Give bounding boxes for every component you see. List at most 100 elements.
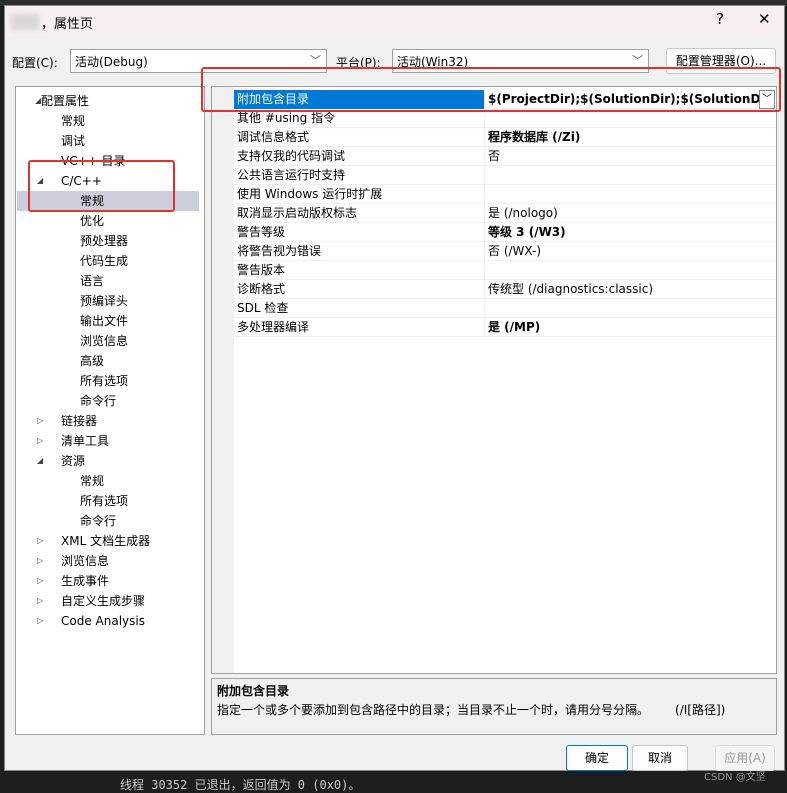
collapsed-arrow-icon[interactable]: ▷ xyxy=(37,551,43,571)
tree-item[interactable]: 所有选项 xyxy=(17,491,199,511)
collapsed-arrow-icon[interactable]: ▷ xyxy=(37,431,43,451)
tree-item-label: 自定义生成步骤 xyxy=(61,594,146,608)
tree-item[interactable]: 常规 xyxy=(17,111,199,131)
property-row[interactable]: 警告版本 xyxy=(234,261,776,280)
property-row[interactable]: SDL 检查 xyxy=(234,299,776,318)
tree-item[interactable]: ◢ 资源 xyxy=(17,451,199,471)
property-value[interactable] xyxy=(485,109,776,128)
property-row[interactable]: 公共语言运行时支持 xyxy=(234,166,776,185)
property-row[interactable]: 使用 Windows 运行时扩展 xyxy=(234,185,776,204)
expanded-arrow-icon[interactable]: ◢ xyxy=(37,171,43,191)
tree-item[interactable]: 预编译头 xyxy=(17,291,199,311)
property-name: 取消显示启动版权标志 xyxy=(234,204,485,223)
tree-item-label: 浏览信息 xyxy=(80,334,129,348)
cancel-button[interactable]: 取消 xyxy=(632,745,688,771)
close-button[interactable]: ✕ xyxy=(758,10,771,28)
tree-item-label: 语言 xyxy=(80,274,105,288)
tree-item[interactable]: ▷ XML 文档生成器 xyxy=(17,531,199,551)
property-row[interactable]: 多处理器编译是 (/MP) xyxy=(234,318,776,337)
property-pages-dialog: ，属性页 ? ✕ 配置(C): 活动(Debug) ﹀ 平台(P): 活动(Win… xyxy=(4,5,785,771)
tree-item-label: 常规 xyxy=(80,194,105,208)
property-row[interactable]: 取消显示启动版权标志是 (/nologo) xyxy=(234,204,776,223)
collapsed-arrow-icon[interactable]: ▷ xyxy=(37,531,43,551)
property-value[interactable]: 等级 3 (/W3) xyxy=(485,223,776,242)
tree-item[interactable]: ▷ 生成事件 xyxy=(17,571,199,591)
tree-item-label: 常规 xyxy=(61,114,86,128)
property-value[interactable] xyxy=(485,185,776,204)
tree-item[interactable]: ▷ 清单工具 xyxy=(17,431,199,451)
property-name: 多处理器编译 xyxy=(234,318,485,337)
property-name: 警告版本 xyxy=(234,261,485,280)
tree-item[interactable]: 优化 xyxy=(17,211,199,231)
property-value[interactable]: 传统型 (/diagnostics:classic) xyxy=(485,280,776,299)
property-row[interactable]: 诊断格式 传统型 (/diagnostics:classic) xyxy=(234,280,776,299)
tree-item[interactable]: ▷ 浏览信息 xyxy=(17,551,199,571)
property-value[interactable]: 程序数据库 (/Zi) xyxy=(485,128,776,147)
property-value[interactable]: 是 (/nologo) xyxy=(485,204,776,223)
property-row[interactable]: 将警告视为错误否 (/WX-) xyxy=(234,242,776,261)
ok-button[interactable]: 确定 xyxy=(566,745,628,771)
tree-item[interactable]: 代码生成 xyxy=(17,251,199,271)
tree-item[interactable]: 命令行 xyxy=(17,511,199,531)
property-name: 将警告视为错误 xyxy=(234,242,485,261)
tree-item[interactable]: 常规 xyxy=(17,471,199,491)
tree-item[interactable]: 调试 xyxy=(17,131,199,151)
platform-value: 活动(Win32) xyxy=(397,55,469,69)
property-value[interactable]: $(ProjectDir);$(SolutionDir);$(SolutionD… xyxy=(485,90,776,109)
collapsed-arrow-icon[interactable]: ▷ xyxy=(37,411,43,431)
tree-item[interactable]: ◢ C/C++ xyxy=(17,171,199,191)
tree-item-label: VC++ 目录 xyxy=(61,154,126,168)
tree-item[interactable]: 浏览信息 xyxy=(17,331,199,351)
output-console-line: 线程 30352 已退出，返回值为 0 (0x0)。 xyxy=(120,778,361,792)
tree-item-label: 高级 xyxy=(80,354,105,368)
watermark: CSDN @文坚 xyxy=(704,772,766,783)
dropdown-chevron-icon[interactable]: ﹀ xyxy=(759,90,775,109)
property-row[interactable]: 附加包含目录 $(ProjectDir);$(SolutionDir);$(Sol… xyxy=(234,90,776,109)
property-value[interactable] xyxy=(485,166,776,185)
property-value[interactable]: 否 xyxy=(485,147,776,166)
tree-item[interactable]: ▷ 链接器 xyxy=(17,411,199,431)
collapsed-arrow-icon[interactable]: ▷ xyxy=(37,571,43,591)
tree-item-label: 优化 xyxy=(80,214,105,228)
platform-label: 平台(P): xyxy=(336,56,381,70)
tree-item[interactable]: VC++ 目录 xyxy=(17,151,199,171)
tree-item[interactable]: 高级 xyxy=(17,351,199,371)
property-value[interactable]: 否 (/WX-) xyxy=(485,242,776,261)
property-row[interactable]: 支持仅我的代码调试否 xyxy=(234,147,776,166)
chevron-down-icon: ﹀ xyxy=(310,54,321,67)
tree-item[interactable]: ▷ Code Analysis xyxy=(17,611,199,631)
property-grid[interactable]: 附加包含目录 $(ProjectDir);$(SolutionDir);$(Sol… xyxy=(211,86,777,674)
tree-item-label: 命令行 xyxy=(80,394,117,408)
property-value[interactable] xyxy=(485,299,776,318)
tree-item[interactable]: 语言 xyxy=(17,271,199,291)
tree-item[interactable]: 命令行 xyxy=(17,391,199,411)
tree-item-label: 输出文件 xyxy=(80,314,129,328)
expanded-arrow-icon[interactable]: ◢ xyxy=(37,451,43,471)
property-row[interactable]: 其他 #using 指令 xyxy=(234,109,776,128)
tree-item-label: 预处理器 xyxy=(80,234,129,248)
config-select[interactable]: 活动(Debug) ﹀ xyxy=(70,49,327,73)
tree-item[interactable]: 预处理器 xyxy=(17,231,199,251)
tree-item[interactable]: 常规 xyxy=(17,191,199,211)
property-value[interactable] xyxy=(485,261,776,280)
collapsed-arrow-icon[interactable]: ▷ xyxy=(37,591,43,611)
tree-item-label: 生成事件 xyxy=(61,574,110,588)
tree-item[interactable]: 输出文件 xyxy=(17,311,199,331)
tree-item[interactable]: ◢ 配置属性 xyxy=(17,91,199,111)
tree-item-label: 预编译头 xyxy=(80,294,129,308)
tree-item-label: C/C++ xyxy=(61,174,102,188)
tree-item-label: 资源 xyxy=(61,454,86,468)
collapsed-arrow-icon[interactable]: ▷ xyxy=(37,611,43,631)
property-tree[interactable]: ◢ 配置属性 常规 调试 VC++ 目录 ◢ C/C++ 常规 优化 预处理器 代码生成 语言 预编译头… xyxy=(15,86,205,735)
tree-item[interactable]: ▷ 自定义生成步骤 xyxy=(17,591,199,611)
config-manager-button[interactable]: 配置管理器(O)... xyxy=(666,48,776,74)
tree-item[interactable]: 所有选项 xyxy=(17,371,199,391)
property-row[interactable]: 调试信息格式 程序数据库 (/Zi) xyxy=(234,128,776,147)
description-text: 指定一个或多个要添加到包含路径中的目录；当目录不止一个时，请用分号分隔。 xyxy=(217,703,650,717)
tree-item-label: 命令行 xyxy=(80,514,117,528)
help-button[interactable]: ? xyxy=(716,10,724,28)
platform-select[interactable]: 活动(Win32) ﹀ xyxy=(392,49,649,73)
property-row[interactable]: 警告等级 等级 3 (/W3) xyxy=(234,223,776,242)
property-name: 公共语言运行时支持 xyxy=(234,166,485,185)
property-value[interactable]: 是 (/MP) xyxy=(485,318,776,337)
